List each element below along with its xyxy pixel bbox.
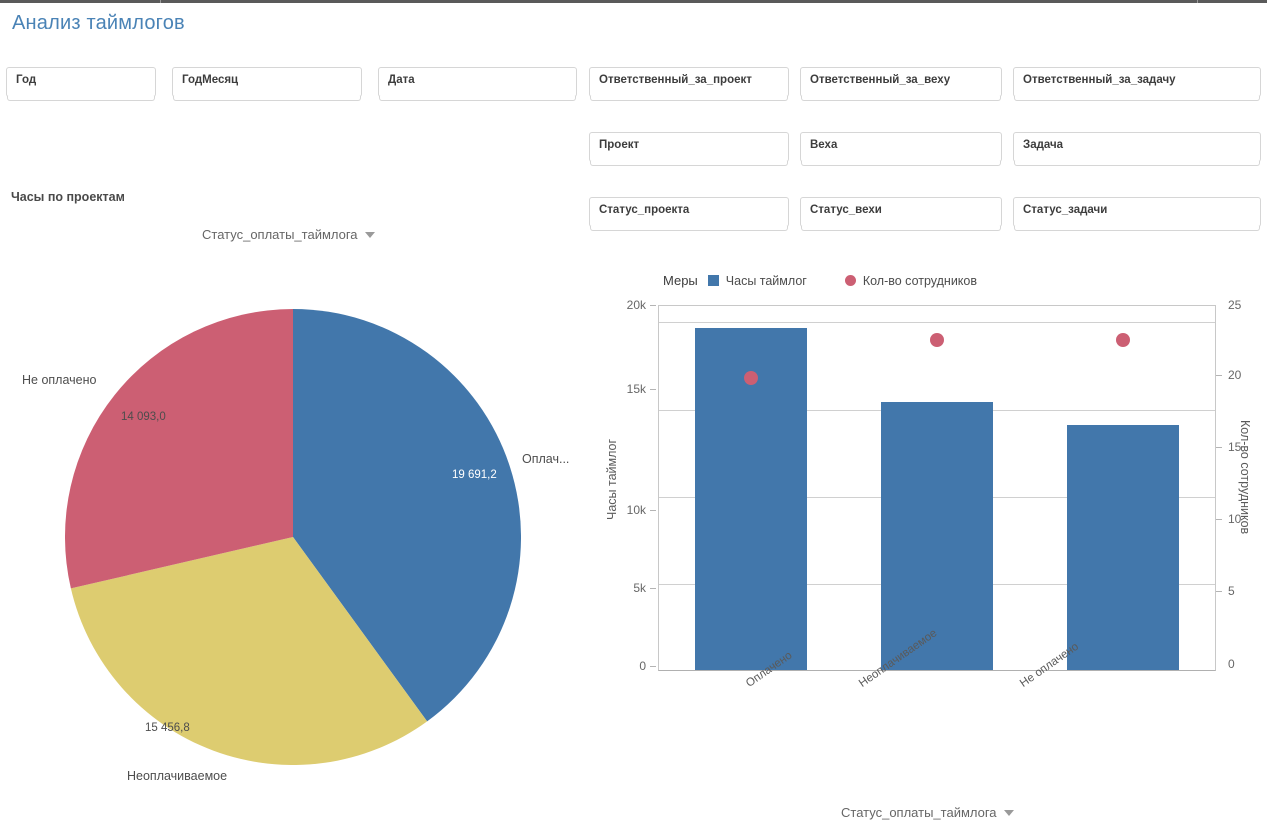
filter-status-zadachi-footer [1014, 226, 1260, 231]
filter-status-zadachi-label: Статус_задачи [1023, 204, 1107, 216]
y-tick-5k: 5k [616, 581, 646, 595]
y2-tickmark-10 [1216, 519, 1222, 520]
pie-value-neoplachivaemoe: 15 456,8 [145, 722, 190, 734]
legend-square-icon [708, 275, 719, 286]
filter-otv-zadachu-label: Ответственный_за_задачу [1023, 74, 1176, 86]
y2-tick-10: 10 [1228, 512, 1258, 526]
plot-frame [658, 305, 1216, 671]
y2-tickmark-5 [1216, 591, 1222, 592]
filter-status-proekta[interactable]: Статус_проекта [589, 197, 789, 227]
filter-zadacha-label: Задача [1023, 139, 1063, 151]
filter-godmesyac-label: ГодМесяц [182, 74, 238, 86]
y2-tick-0: 0 [1228, 657, 1258, 671]
y2-tick-20: 20 [1228, 368, 1258, 382]
y-tick-15k: 15k [616, 382, 646, 396]
pie-value-ne-oplacheno: 14 093,0 [121, 411, 166, 423]
y-tickmark-15k [650, 389, 656, 390]
y-tick-0: 0 [616, 659, 646, 673]
filter-data[interactable]: Дата [378, 67, 577, 97]
chevron-down-icon [365, 232, 375, 238]
pie-label-ne-oplacheno: Не оплачено [22, 373, 96, 387]
filter-zadacha-footer [1014, 161, 1260, 166]
filter-status-zadachi[interactable]: Статус_задачи [1013, 197, 1261, 227]
filter-god-label: Год [16, 74, 36, 86]
filter-data-label: Дата [388, 74, 415, 86]
y2-tickmark-15 [1216, 447, 1222, 448]
y2-tick-5: 5 [1228, 584, 1258, 598]
filter-veha[interactable]: Веха [800, 132, 1002, 162]
pie-label-oplacheno: Оплач... [522, 452, 569, 466]
filter-godmesyac-footer [173, 96, 361, 101]
y2-tick-15: 15 [1228, 440, 1258, 454]
y-tickmark-20k [650, 305, 656, 306]
filter-proekt-footer [590, 161, 788, 166]
filter-otv-vehu-label: Ответственный_за_веху [810, 74, 950, 86]
y2-tick-25: 25 [1228, 298, 1258, 312]
filter-god[interactable]: Год [6, 67, 156, 97]
filter-godmesyac[interactable]: ГодМесяц [172, 67, 362, 97]
filter-otv-proekt-footer [590, 96, 788, 101]
filter-otv-vehu[interactable]: Ответственный_за_веху [800, 67, 1002, 97]
filter-status-vehi-label: Статус_вехи [810, 204, 882, 216]
page-title: Анализ таймлогов [12, 12, 185, 35]
filter-status-vehi[interactable]: Статус_вехи [800, 197, 1002, 227]
pie-dimension-selector[interactable]: Статус_оплаты_таймлога [202, 227, 375, 242]
filter-otv-vehu-footer [801, 96, 1001, 101]
filter-status-vehi-footer [801, 226, 1001, 231]
filter-otv-zadachu[interactable]: Ответственный_за_задачу [1013, 67, 1261, 97]
pie-value-oplacheno: 19 691,2 [452, 469, 497, 481]
legend-item-employees[interactable]: Кол-во сотрудников [845, 274, 977, 288]
title-bar-seam-left [160, 0, 161, 3]
pie-dimension-label: Статус_оплаты_таймлога [202, 227, 358, 242]
filter-status-proekta-label: Статус_проекта [599, 204, 689, 216]
filter-data-footer [379, 96, 576, 101]
filter-god-footer [7, 96, 155, 101]
legend-item-hours-label: Часы таймлог [726, 274, 807, 288]
filter-proekt-label: Проект [599, 139, 639, 151]
y-tick-20k: 20k [616, 298, 646, 312]
legend-title: Меры [663, 273, 698, 288]
y-tickmark-0 [650, 666, 656, 667]
pie-panel-title: Часы по проектам [11, 190, 125, 204]
filter-veha-label: Веха [810, 139, 837, 151]
filter-otv-proekt-label: Ответственный_за_проект [599, 74, 752, 86]
filter-proekt[interactable]: Проект [589, 132, 789, 162]
bar-chart-legend: Меры Часы таймлог Кол-во сотрудников [663, 273, 1015, 288]
filter-status-proekta-footer [590, 226, 788, 231]
legend-item-hours[interactable]: Часы таймлог [708, 274, 807, 288]
bar-dimension-selector[interactable]: Статус_оплаты_таймлога [841, 805, 1014, 820]
title-bar-seam-right [1197, 0, 1198, 3]
y-tick-10k: 10k [616, 503, 646, 517]
pie-label-neoplachivaemoe: Неоплачиваемое [127, 769, 227, 783]
chevron-down-icon [1004, 810, 1014, 816]
y-tickmark-10k [650, 510, 656, 511]
legend-dot-icon [845, 275, 856, 286]
window-title-bar [0, 0, 1267, 3]
filter-zadacha[interactable]: Задача [1013, 132, 1261, 162]
filter-veha-footer [801, 161, 1001, 166]
filter-otv-zadachu-footer [1014, 96, 1260, 101]
pie-chart[interactable] [65, 309, 521, 765]
y-tickmark-5k [650, 588, 656, 589]
y2-tickmark-20 [1216, 375, 1222, 376]
bar-chart-plot-area[interactable] [658, 305, 1216, 671]
pie-chart-svg [65, 309, 521, 765]
legend-item-employees-label: Кол-во сотрудников [863, 274, 977, 288]
filter-otv-proekt[interactable]: Ответственный_за_проект [589, 67, 789, 97]
bar-dimension-label: Статус_оплаты_таймлога [841, 805, 997, 820]
